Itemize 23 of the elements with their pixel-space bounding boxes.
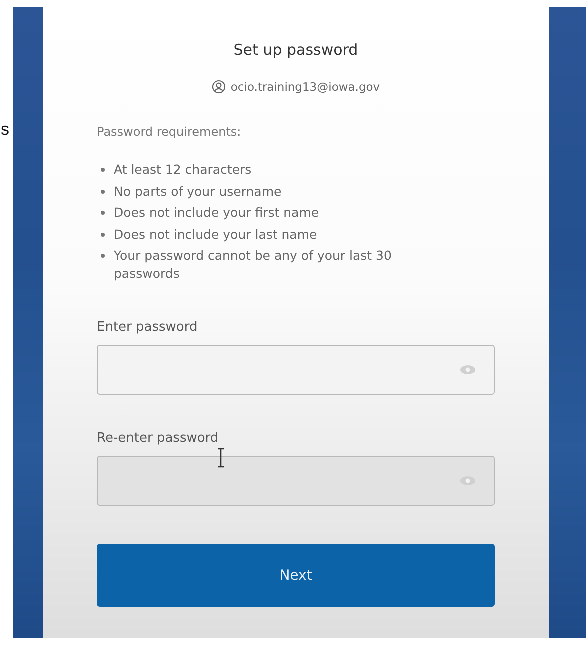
eye-icon[interactable]	[460, 476, 476, 486]
password-field[interactable]	[97, 456, 495, 506]
field-label: Enter password	[97, 320, 199, 335]
user-icon	[212, 80, 226, 94]
requirements-heading: Password requirements:	[97, 125, 242, 139]
bullet-icon	[101, 168, 105, 172]
cut-off-text: s	[1, 120, 10, 140]
eye-icon[interactable]	[460, 365, 476, 375]
password-field[interactable]	[97, 345, 495, 395]
page-title: Set up password	[232, 41, 360, 59]
bullet-icon	[101, 190, 105, 194]
requirement-text: Does not include your first name	[114, 204, 320, 222]
field-label: Re-enter password	[97, 431, 220, 446]
next-button[interactable]: Next	[97, 544, 495, 607]
bullet-icon	[101, 254, 105, 258]
requirement-text: No parts of your username	[114, 182, 282, 200]
bullet-icon	[101, 232, 105, 236]
requirement-text: At least 12 characters	[114, 161, 252, 178]
text-cursor-icon	[217, 448, 225, 468]
account-email: ocio.training13@iowa.gov	[230, 80, 380, 94]
requirement-text: Does not include your last name	[114, 226, 318, 243]
requirement-text: Your password cannot be any of your last 30 passwords	[114, 247, 393, 282]
bullet-icon	[101, 211, 105, 215]
